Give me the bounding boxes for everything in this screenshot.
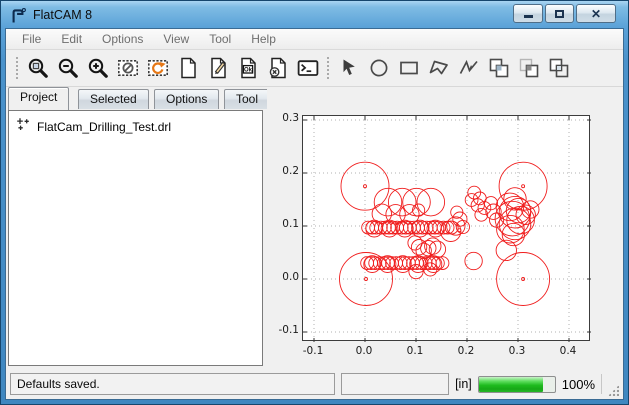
open-project-button[interactable] bbox=[203, 53, 233, 83]
tab-tool[interactable]: Tool bbox=[224, 89, 270, 109]
client-area: FileEditOptionsViewToolHelp Ok ProjectSe… bbox=[5, 28, 624, 400]
x-tick-label: 0.0 bbox=[349, 345, 379, 357]
circle-tool-button[interactable] bbox=[364, 53, 394, 83]
polygon-icon bbox=[428, 57, 450, 79]
drill-plot-svg bbox=[303, 116, 591, 342]
progress-fill bbox=[479, 377, 544, 392]
progress-percent: 100% bbox=[562, 377, 595, 392]
rectangle-icon bbox=[398, 57, 420, 79]
tree-item[interactable]: FlatCam_Drilling_Test.drl bbox=[9, 111, 262, 138]
x-tick-label: 0.2 bbox=[451, 345, 481, 357]
maximize-icon bbox=[555, 10, 564, 18]
delete-object-button[interactable] bbox=[263, 53, 293, 83]
tab-selected[interactable]: Selected bbox=[78, 89, 149, 109]
y-tick-label: 0.2 bbox=[273, 165, 299, 177]
zoom-fit-button[interactable] bbox=[23, 53, 53, 83]
delete-file-icon bbox=[267, 57, 289, 79]
status-message: Defaults saved. bbox=[10, 373, 335, 395]
drill-object-icon bbox=[16, 117, 30, 136]
menu-item-edit[interactable]: Edit bbox=[51, 29, 92, 49]
ok-file-icon: Ok bbox=[237, 57, 259, 79]
new-file-icon bbox=[177, 57, 199, 79]
intersection-icon bbox=[518, 57, 540, 79]
new-project-button[interactable] bbox=[173, 53, 203, 83]
menu-item-file[interactable]: File bbox=[12, 29, 51, 49]
select-tool-button[interactable] bbox=[334, 53, 364, 83]
x-tick-label: -0.1 bbox=[298, 345, 328, 357]
x-tick-label: 0.3 bbox=[502, 345, 532, 357]
y-tick-label: 0.1 bbox=[273, 218, 299, 230]
intersection-tool-button[interactable] bbox=[514, 53, 544, 83]
replot-icon bbox=[147, 57, 169, 79]
progress-bar bbox=[478, 376, 556, 393]
maximize-button[interactable] bbox=[545, 4, 574, 23]
editor-toolbar-handle[interactable] bbox=[325, 55, 330, 81]
y-tick-label: 0.0 bbox=[273, 271, 299, 283]
edit-file-icon bbox=[207, 57, 229, 79]
menubar: FileEditOptionsViewToolHelp bbox=[6, 29, 623, 50]
zoom-in-icon bbox=[87, 57, 109, 79]
shell-icon bbox=[297, 57, 319, 79]
shell-button[interactable] bbox=[293, 53, 323, 83]
tab-project[interactable]: Project bbox=[8, 87, 69, 110]
flatcam-window: FlatCAM 8 ✕ FileEditOptionsViewToolHelp … bbox=[0, 0, 629, 405]
tab-options[interactable]: Options bbox=[154, 89, 219, 109]
svg-text:Ok: Ok bbox=[244, 68, 253, 74]
zoom-out-button[interactable] bbox=[53, 53, 83, 83]
x-tick-label: 0.4 bbox=[553, 345, 583, 357]
toolbar: Ok bbox=[6, 50, 623, 87]
menu-item-help[interactable]: Help bbox=[241, 29, 286, 49]
menu-item-tool[interactable]: Tool bbox=[199, 29, 241, 49]
clear-plot-icon bbox=[117, 57, 139, 79]
circle-icon bbox=[368, 57, 390, 79]
y-tick-label: 0.3 bbox=[273, 112, 299, 124]
main-area: Project SelectedOptionsTool FlatCam_Drill… bbox=[6, 87, 623, 369]
close-icon: ✕ bbox=[591, 8, 601, 20]
y-tick-label: -0.1 bbox=[273, 324, 299, 336]
path-icon bbox=[458, 57, 480, 79]
app-logo-icon bbox=[9, 7, 27, 25]
clear-plot-button[interactable] bbox=[113, 53, 143, 83]
zoom-out-icon bbox=[57, 57, 79, 79]
x-tick-label: 0.1 bbox=[400, 345, 430, 357]
titlebar[interactable]: FlatCAM 8 ✕ bbox=[5, 1, 624, 28]
minimize-button[interactable] bbox=[513, 4, 543, 23]
units-label: [in] bbox=[455, 377, 472, 391]
window-controls: ✕ bbox=[513, 4, 616, 23]
minimize-icon bbox=[524, 15, 533, 18]
union-icon bbox=[488, 57, 510, 79]
pointer-icon bbox=[338, 57, 360, 79]
union-tool-button[interactable] bbox=[484, 53, 514, 83]
menu-item-view[interactable]: View bbox=[153, 29, 199, 49]
zoom-fit-icon bbox=[27, 57, 49, 79]
menu-item-options[interactable]: Options bbox=[92, 29, 153, 49]
status-secondary-panel bbox=[341, 373, 449, 395]
subtract-icon bbox=[548, 57, 570, 79]
resize-grip[interactable] bbox=[608, 385, 619, 396]
statusbar-separator bbox=[601, 374, 602, 394]
subtract-tool-button[interactable] bbox=[544, 53, 574, 83]
plot-axes[interactable] bbox=[302, 115, 590, 341]
save-project-button[interactable]: Ok bbox=[233, 53, 263, 83]
rectangle-tool-button[interactable] bbox=[394, 53, 424, 83]
project-tree[interactable]: FlatCam_Drilling_Test.drl bbox=[8, 110, 263, 366]
plot-canvas[interactable]: -0.1 0.0 0.1 0.2 0.3 -0.1 0.0 0.1 0.2 0.3 0.4 bbox=[267, 87, 622, 369]
polygon-tool-button[interactable] bbox=[424, 53, 454, 83]
path-tool-button[interactable] bbox=[454, 53, 484, 83]
window-title: FlatCAM 8 bbox=[33, 8, 92, 22]
tree-item-label: FlatCam_Drilling_Test.drl bbox=[37, 120, 171, 134]
zoom-in-button[interactable] bbox=[83, 53, 113, 83]
statusbar: Defaults saved. [in] 100% bbox=[6, 369, 623, 399]
replot-button[interactable] bbox=[143, 53, 173, 83]
plot-toolbar-handle[interactable] bbox=[14, 55, 19, 81]
close-button[interactable]: ✕ bbox=[576, 4, 616, 23]
